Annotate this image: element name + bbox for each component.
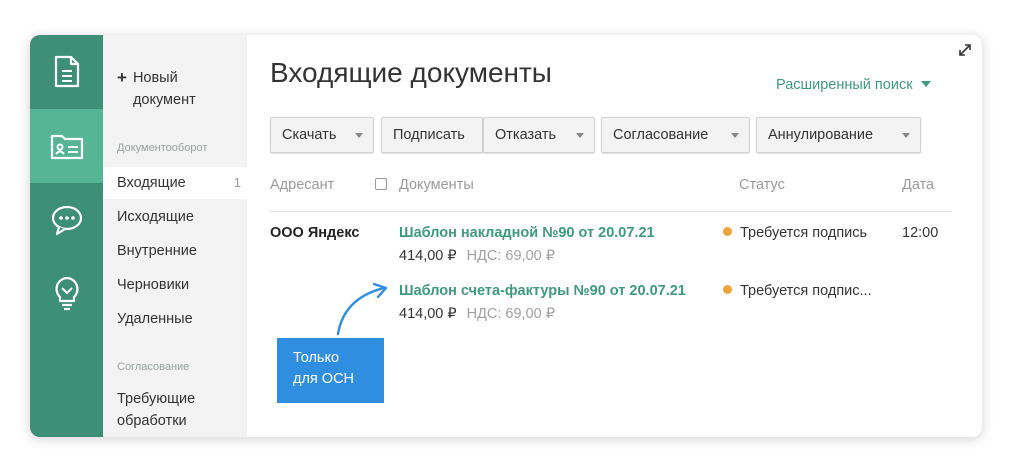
- row-sender: ООО Яндекс: [270, 225, 360, 241]
- status-dot-icon: [723, 227, 732, 236]
- sidebar-item-label: Входящие: [117, 175, 186, 191]
- sidebar-item-internal[interactable]: Внутренние: [103, 235, 247, 267]
- sidebar-item-outgoing[interactable]: Исходящие: [103, 201, 247, 233]
- document-amount: 414,00 ₽ НДС: 69,00 ₽: [399, 248, 555, 264]
- document-link[interactable]: Шаблон накладной №90 от 20.07.21: [399, 225, 655, 241]
- rail-ideas[interactable]: [30, 257, 103, 331]
- status-label: Требуется подпис...: [740, 283, 872, 299]
- vat-value: НДС: 69,00 ₽: [466, 248, 555, 264]
- advanced-search-link[interactable]: Расширенный поиск: [776, 77, 931, 93]
- column-status[interactable]: Статус: [739, 177, 785, 193]
- page-title: Входящие документы: [270, 57, 552, 88]
- download-button[interactable]: Скачать: [270, 117, 374, 153]
- advanced-search-label: Расширенный поиск: [776, 77, 913, 93]
- folder-card-icon: [50, 134, 83, 160]
- approval-label: Согласование: [613, 127, 709, 143]
- amount-value: 414,00 ₽: [399, 248, 457, 264]
- callout-note: Только для ОСН: [277, 338, 384, 403]
- app-window: + Новый документ Документооборот Входящие…: [30, 35, 982, 437]
- sidebar-item-needs-processing[interactable]: Требующие обработки: [117, 388, 237, 432]
- approval-button[interactable]: Согласование: [601, 117, 750, 153]
- reject-label: Отказать: [495, 127, 557, 143]
- sidebar-item-incoming[interactable]: Входящие 1: [103, 167, 247, 199]
- folder-sidebar: + Новый документ Документооборот Входящие…: [103, 35, 247, 437]
- rail-documents[interactable]: [30, 35, 103, 109]
- expand-icon[interactable]: [958, 43, 972, 57]
- incoming-count: 1: [233, 175, 241, 190]
- download-label: Скачать: [282, 127, 337, 143]
- document-status: Требуется подпис...: [723, 283, 872, 299]
- sidebar-item-deleted[interactable]: Удаленные: [103, 303, 247, 335]
- annulment-label: Аннулирование: [768, 127, 874, 143]
- callout-line-2: для ОСН: [293, 371, 355, 387]
- sidebar-item-drafts[interactable]: Черновики: [103, 269, 247, 301]
- row-date: 12:00: [902, 225, 939, 241]
- curved-arrow-icon: [336, 282, 388, 336]
- new-document-label: Новый документ: [132, 70, 196, 108]
- reject-button[interactable]: Отказать: [483, 117, 595, 153]
- header-divider: [270, 211, 952, 212]
- chevron-down-icon: [576, 133, 584, 138]
- sidebar-item-label: Внутренние: [117, 243, 197, 259]
- section-approval: Согласование: [117, 361, 190, 373]
- select-all-checkbox[interactable]: [375, 178, 387, 190]
- lightbulb-icon: [55, 276, 78, 311]
- column-sender[interactable]: Адресант: [270, 177, 334, 193]
- column-documents[interactable]: Документы: [399, 177, 474, 193]
- rail-docflow[interactable]: [30, 109, 103, 183]
- new-document-button[interactable]: + Новый документ: [117, 67, 213, 111]
- column-date[interactable]: Дата: [902, 177, 934, 193]
- document-icon: [54, 55, 79, 88]
- plus-icon: +: [117, 68, 127, 87]
- sign-button[interactable]: Подписать: [381, 117, 483, 153]
- amount-value: 414,00 ₽: [399, 306, 457, 322]
- chevron-down-icon: [355, 133, 363, 138]
- status-dot-icon: [723, 285, 732, 294]
- sidebar-item-label: Исходящие: [117, 209, 194, 225]
- chevron-down-icon: [731, 133, 739, 138]
- callout-line-1: Только: [293, 350, 340, 366]
- sidebar-item-label: Удаленные: [117, 311, 193, 327]
- sign-label: Подписать: [393, 127, 465, 143]
- document-amount: 414,00 ₽ НДС: 69,00 ₽: [399, 306, 555, 322]
- document-link[interactable]: Шаблон счета-фактуры №90 от 20.07.21: [399, 283, 686, 299]
- icon-rail: [30, 35, 103, 437]
- sidebar-item-label: Черновики: [117, 277, 190, 293]
- annulment-button[interactable]: Аннулирование: [756, 117, 921, 153]
- chat-icon: [51, 205, 82, 236]
- caret-down-icon: [920, 81, 931, 87]
- document-status: Требуется подпись: [723, 225, 867, 241]
- vat-value: НДС: 69,00 ₽: [466, 306, 555, 322]
- chevron-down-icon: [902, 133, 910, 138]
- section-docflow: Документооборот: [117, 142, 208, 154]
- status-label: Требуется подпись: [740, 225, 868, 241]
- rail-messages[interactable]: [30, 183, 103, 257]
